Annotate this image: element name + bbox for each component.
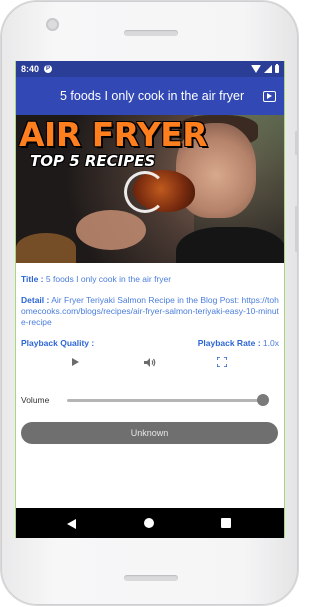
volume-row: Volume <box>21 393 279 407</box>
volume-label: Volume <box>21 395 50 405</box>
title-value: 5 foods I only cook in the air fryer <box>45 274 172 284</box>
bottom-speaker <box>124 575 178 581</box>
recents-icon[interactable] <box>221 518 231 528</box>
home-icon[interactable] <box>144 518 154 528</box>
status-time: 8:40 <box>21 64 40 74</box>
playback-rate-label: Playback Rate : <box>197 338 261 348</box>
player-controls <box>16 353 284 373</box>
back-icon[interactable] <box>67 519 76 529</box>
playback-quality-label: Playback Quality : <box>21 338 95 348</box>
detail-label: Detail : <box>21 295 50 305</box>
video-air-fryer <box>176 227 284 263</box>
title-label: Title : <box>21 274 44 284</box>
video-hand <box>76 210 146 250</box>
volume-icon[interactable] <box>143 357 157 368</box>
signal-icon <box>264 65 272 73</box>
app-bar-title: 5 foods I only cook in the air fryer <box>60 89 245 103</box>
video-thumbnail-subheading: TOP 5 RECIPES <box>30 152 156 170</box>
wifi-icon <box>251 65 261 73</box>
notification-p-icon: P <box>44 65 53 73</box>
front-camera <box>46 18 59 31</box>
loading-spinner-icon <box>124 171 166 213</box>
video-player[interactable]: AIR FRYER TOP 5 RECIPES <box>16 115 284 263</box>
earpiece-speaker <box>124 30 178 36</box>
detail-value: Air Fryer Teriyaki Salmon Recipe in the … <box>21 295 279 327</box>
app-bar: 5 foods I only cook in the air fryer <box>16 77 284 115</box>
screen: 8:40 P 5 foods I only cook in the air fr… <box>15 61 285 538</box>
detail-row: Detail : Air Fryer Teriyaki Salmon Recip… <box>21 295 279 328</box>
title-row: Title : 5 foods I only cook in the air f… <box>21 274 279 285</box>
video-thumbnail-heading: AIR FRYER <box>19 115 208 154</box>
youtube-icon[interactable] <box>263 90 276 102</box>
volume-slider[interactable] <box>67 399 263 402</box>
status-bar: 8:40 P <box>16 61 284 77</box>
power-button <box>295 206 298 252</box>
fullscreen-icon[interactable] <box>217 357 227 367</box>
battery-icon <box>275 64 279 73</box>
volume-slider-thumb[interactable] <box>257 394 269 406</box>
navigation-bar <box>16 508 284 538</box>
volume-button <box>295 131 298 155</box>
video-info: Title : 5 foods I only cook in the air f… <box>21 274 279 359</box>
play-icon[interactable] <box>72 358 79 366</box>
video-bowl <box>16 233 76 263</box>
playback-row: Playback Quality : Playback Rate : 1.0x <box>21 338 279 349</box>
unknown-button[interactable]: Unknown <box>21 422 278 444</box>
playback-rate-value: 1.0x <box>262 338 279 348</box>
